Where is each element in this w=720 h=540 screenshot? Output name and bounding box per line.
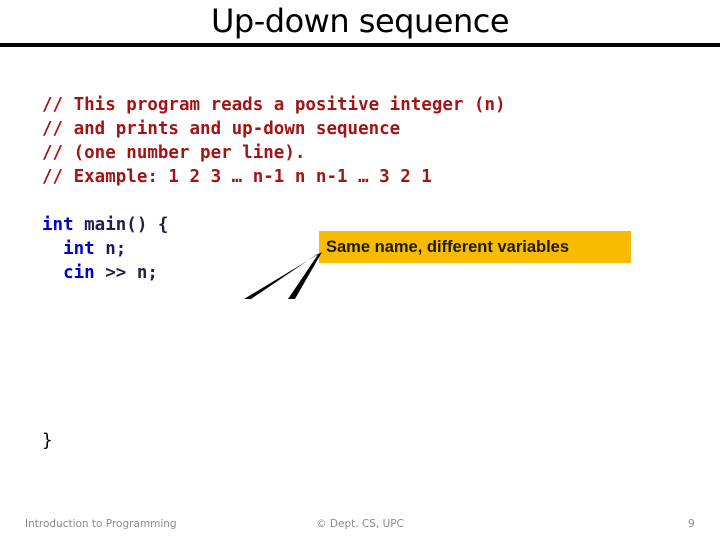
keyword-int: int xyxy=(63,239,95,259)
slide-title: Up-down sequence xyxy=(211,2,510,40)
comment-line: // This program reads a positive integer… xyxy=(42,95,506,115)
code-text: >> n; xyxy=(94,263,158,283)
footer-copyright: © Dept. CS, UPC xyxy=(316,518,404,530)
closing-brace: } xyxy=(42,431,53,451)
keyword-cin: cin xyxy=(63,263,95,283)
comment-line: // and prints and up-down sequence xyxy=(42,119,401,139)
callout-pointer-shape xyxy=(244,252,322,299)
code-line-declare-n: int n; xyxy=(42,237,168,261)
page-number: 9 xyxy=(688,518,695,530)
comment-block: // This program reads a positive integer… xyxy=(42,93,506,189)
comment-line: // Example: 1 2 3 … n-1 n n-1 … 3 2 1 xyxy=(42,167,432,187)
main-function-code: int main() { int n; cin >> n; xyxy=(42,213,168,285)
title-divider xyxy=(0,43,720,47)
comment-line: // (one number per line). xyxy=(42,143,306,163)
code-text: main() { xyxy=(73,215,169,235)
code-line-main-signature: int main() { xyxy=(42,213,168,237)
keyword-int: int xyxy=(42,215,74,235)
code-line-read-n: cin >> n; xyxy=(42,261,168,285)
callout-box: Same name, different variables xyxy=(319,231,631,263)
code-text: n; xyxy=(94,239,127,259)
